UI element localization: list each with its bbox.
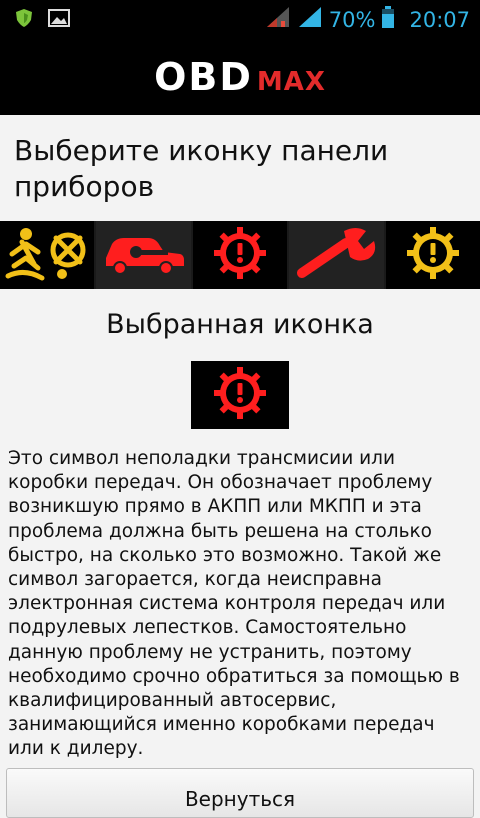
clock: 20:07 <box>409 7 470 32</box>
gear-warning-icon <box>210 363 270 427</box>
icon-tile-wrench[interactable] <box>289 221 384 289</box>
logo-text-max: MAX <box>256 66 326 97</box>
icon-tile-seatbelt-airbag[interactable] <box>0 221 95 289</box>
icon-tile-car-key[interactable] <box>96 221 191 289</box>
shield-icon <box>14 8 34 32</box>
signal-icon <box>265 5 291 34</box>
gear-warning-icon <box>403 223 463 287</box>
logo-text-obd: OBD <box>154 54 253 99</box>
icon-tile-gear-warning-red[interactable] <box>192 221 288 289</box>
wrench-icon <box>294 225 378 285</box>
status-bar: 70% 20:07 <box>0 0 480 38</box>
battery-icon <box>381 5 395 34</box>
seatbelt-airbag-icon <box>4 224 90 286</box>
icon-description: Это символ неполадки трансмисии или коро… <box>8 448 460 760</box>
car-key-icon <box>102 228 186 282</box>
back-button[interactable]: Вернуться <box>6 768 474 818</box>
battery-percent: 70% <box>328 7 376 32</box>
signal-icon <box>297 5 323 34</box>
selected-icon-box <box>191 361 289 429</box>
page-title: Выберите иконку панели приборов <box>14 134 389 203</box>
gear-warning-icon <box>210 223 270 287</box>
icon-strip <box>0 221 480 289</box>
app-header: OBD MAX <box>0 38 480 115</box>
app-logo: OBD MAX <box>154 55 326 99</box>
image-icon <box>48 9 70 31</box>
icon-tile-gear-warning-yellow[interactable] <box>385 221 480 289</box>
selected-icon-title: Выбранная иконка <box>106 309 374 340</box>
